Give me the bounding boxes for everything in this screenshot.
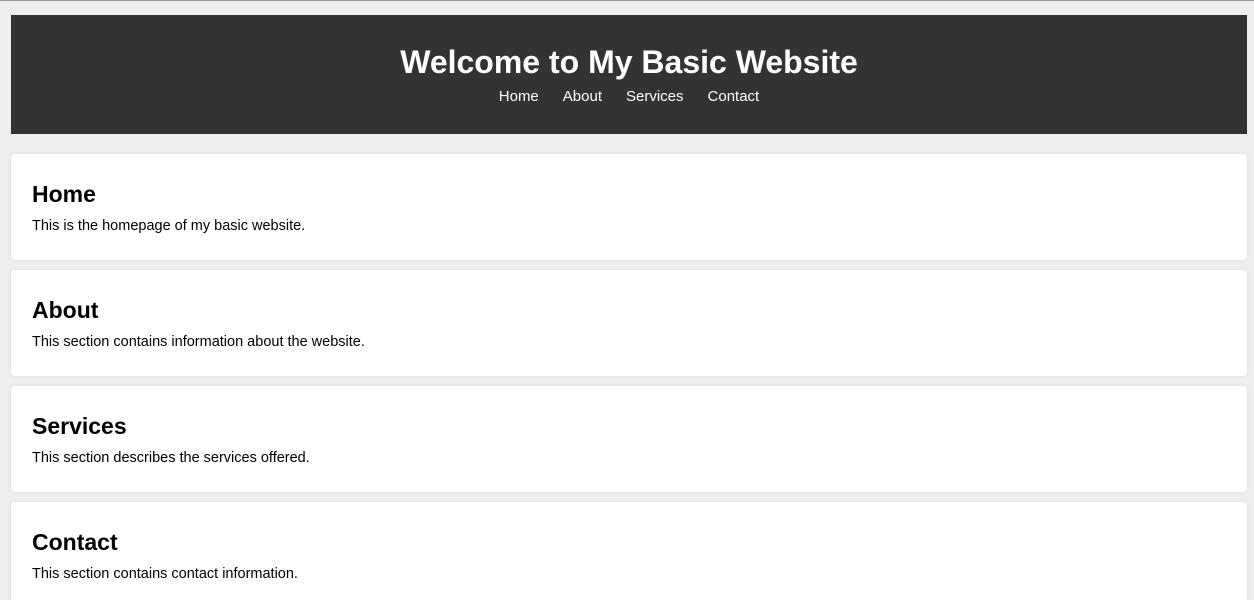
section-text: This is the homepage of my basic website… (32, 218, 306, 234)
nav-link-home[interactable]: Home (499, 88, 539, 106)
section-text: This section describes the services offe… (32, 450, 310, 466)
nav-link-contact[interactable]: Contact (708, 88, 760, 106)
section-services: Services This section describes the serv… (11, 386, 1247, 492)
section-about: About This section contains information … (11, 270, 1247, 376)
section-heading: Home (32, 181, 96, 207)
section-heading: Services (32, 413, 127, 439)
nav-link-services[interactable]: Services (626, 88, 684, 106)
section-home: Home This is the homepage of my basic we… (11, 154, 1247, 260)
page: Welcome to My Basic Website Home About S… (0, 0, 1254, 600)
section-contact: Contact This section contains contact in… (11, 502, 1247, 600)
section-heading: About (32, 297, 99, 323)
main-nav: Home About Services Contact (11, 88, 1247, 106)
site-title: Welcome to My Basic Website (400, 44, 858, 80)
site-header: Welcome to My Basic Website Home About S… (11, 15, 1247, 134)
section-text: This section contains information about … (32, 334, 365, 350)
section-text: This section contains contact informatio… (32, 566, 298, 582)
section-heading: Contact (32, 529, 118, 555)
nav-link-about[interactable]: About (563, 88, 602, 106)
